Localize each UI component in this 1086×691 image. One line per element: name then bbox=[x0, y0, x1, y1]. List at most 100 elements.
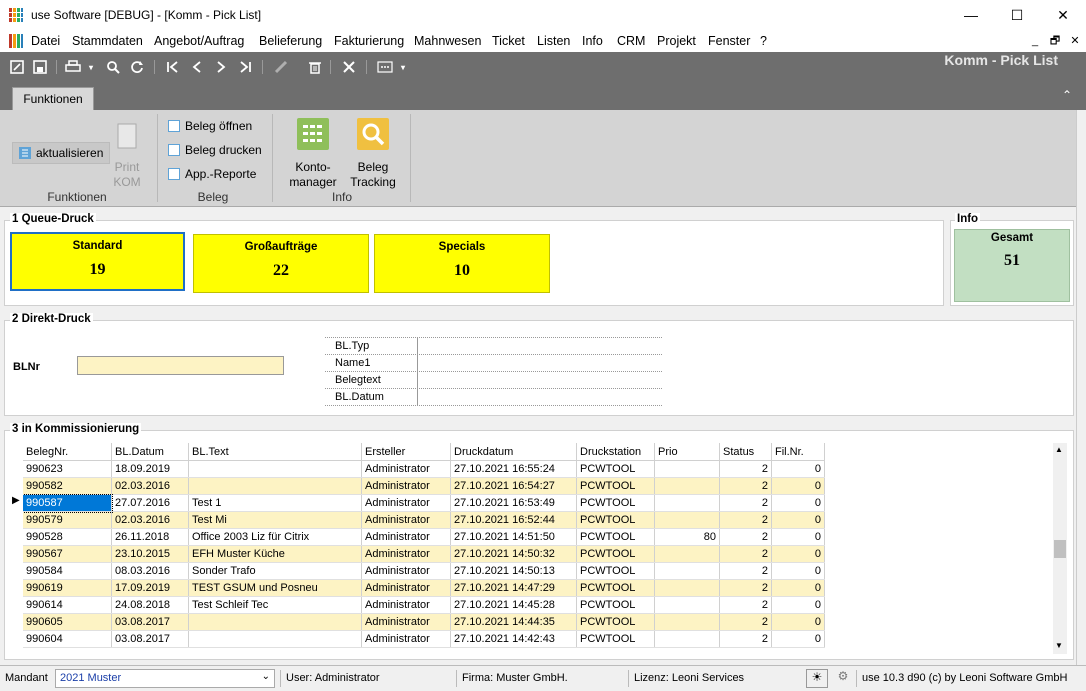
table-scrollbar[interactable]: ▲ ▼ bbox=[1053, 443, 1067, 654]
cell-ersteller[interactable]: Administrator bbox=[361, 511, 451, 529]
cell-bl-text[interactable] bbox=[188, 613, 362, 631]
cell-druckdatum[interactable]: 27.10.2021 16:55:24 bbox=[450, 460, 577, 478]
table-row[interactable]: 990604 03.08.2017 Administrator 27.10.2021 … bbox=[23, 630, 825, 648]
cell-bl-text[interactable]: Test Schleif Tec bbox=[188, 596, 362, 614]
cell-fil-nr[interactable]: 0 bbox=[771, 613, 825, 631]
tab-funktionen[interactable]: Funktionen bbox=[12, 87, 94, 111]
cell-fil-nr[interactable]: 0 bbox=[771, 460, 825, 478]
cell-bl-datum[interactable]: 18.09.2019 bbox=[111, 460, 189, 478]
minimize-button[interactable]: — bbox=[948, 0, 994, 30]
cell-druckstation[interactable]: PCWTOOL bbox=[576, 460, 655, 478]
mdi-minimize-button[interactable]: _ bbox=[1026, 33, 1044, 49]
cell-prio[interactable]: 80 bbox=[654, 528, 720, 546]
cell-status[interactable]: 2 bbox=[719, 545, 772, 563]
cell-prio[interactable] bbox=[654, 562, 720, 580]
cell-druckdatum[interactable]: 27.10.2021 14:50:13 bbox=[450, 562, 577, 580]
table-row-selected[interactable]: 990587 27.07.2016 Test 1 Administrator 27.10… bbox=[23, 493, 825, 513]
cell-druckstation[interactable]: PCWTOOL bbox=[576, 562, 655, 580]
cell-bl-text[interactable]: TEST GSUM und Posneu bbox=[188, 579, 362, 597]
mdi-close-button[interactable]: ✕ bbox=[1066, 33, 1084, 49]
column-header-druckstation[interactable]: Druckstation bbox=[576, 443, 655, 461]
queue-tile-grossauftraege[interactable]: Großaufträge 22 bbox=[193, 234, 369, 293]
cell-druckdatum[interactable]: 27.10.2021 14:42:43 bbox=[450, 630, 577, 648]
cell-fil-nr[interactable]: 0 bbox=[771, 630, 825, 648]
next-record-icon[interactable] bbox=[212, 58, 230, 76]
cell-fil-nr[interactable]: 0 bbox=[771, 528, 825, 546]
queue-tile-specials[interactable]: Specials 10 bbox=[374, 234, 550, 293]
table-row[interactable]: 990579 02.03.2016 Test Mi Administrator 27.1… bbox=[23, 511, 825, 529]
menu-angebot-auftrag[interactable]: Angebot/Auftrag bbox=[154, 34, 244, 48]
cell-fil-nr[interactable]: 0 bbox=[771, 511, 825, 529]
aktualisieren-button[interactable]: aktualisieren bbox=[12, 142, 111, 164]
delete-icon[interactable] bbox=[306, 58, 324, 76]
cell-prio[interactable] bbox=[654, 460, 720, 478]
column-header-prio[interactable]: Prio bbox=[654, 443, 720, 461]
scroll-up-icon[interactable]: ▲ bbox=[1055, 445, 1063, 454]
table-row[interactable]: 990623 18.09.2019 Administrator 27.10.2021 … bbox=[23, 460, 825, 478]
cell-ersteller[interactable]: Administrator bbox=[361, 596, 451, 614]
cell-druckdatum[interactable]: 27.10.2021 16:54:27 bbox=[450, 477, 577, 495]
cell-belegnr[interactable]: 990587 bbox=[23, 493, 113, 513]
menu-info[interactable]: Info bbox=[582, 34, 603, 48]
last-record-icon[interactable] bbox=[236, 58, 254, 76]
cancel-icon[interactable] bbox=[340, 58, 358, 76]
settings-icon[interactable]: ⚙ bbox=[832, 669, 854, 688]
cell-bl-text[interactable] bbox=[188, 630, 362, 648]
cell-status[interactable]: 2 bbox=[719, 494, 772, 512]
table-row[interactable]: 990584 08.03.2016 Sonder Trafo Administrato… bbox=[23, 562, 825, 580]
menu-fakturierung[interactable]: Fakturierung bbox=[334, 34, 404, 48]
cell-fil-nr[interactable]: 0 bbox=[771, 494, 825, 512]
cell-belegnr[interactable]: 990528 bbox=[23, 528, 112, 546]
cell-bl-text[interactable] bbox=[188, 477, 362, 495]
sun-icon[interactable]: ☀ bbox=[806, 669, 828, 688]
close-button[interactable]: ✕ bbox=[1040, 0, 1086, 30]
cell-ersteller[interactable]: Administrator bbox=[361, 460, 451, 478]
cell-bl-datum[interactable]: 23.10.2015 bbox=[111, 545, 189, 563]
cell-belegnr[interactable]: 990582 bbox=[23, 477, 112, 495]
table-row[interactable]: 990582 02.03.2016 Administrator 27.10.2021 … bbox=[23, 477, 825, 495]
cell-bl-datum[interactable]: 02.03.2016 bbox=[111, 477, 189, 495]
cell-prio[interactable] bbox=[654, 596, 720, 614]
cell-ersteller[interactable]: Administrator bbox=[361, 477, 451, 495]
cell-ersteller[interactable]: Administrator bbox=[361, 630, 451, 648]
cell-druckdatum[interactable]: 27.10.2021 14:44:35 bbox=[450, 613, 577, 631]
window-scrollbar[interactable] bbox=[1076, 110, 1086, 670]
cell-fil-nr[interactable]: 0 bbox=[771, 545, 825, 563]
cell-ersteller[interactable]: Administrator bbox=[361, 562, 451, 580]
cell-druckstation[interactable]: PCWTOOL bbox=[576, 613, 655, 631]
table-row[interactable]: 990567 23.10.2015 EFH Muster Küche Administ… bbox=[23, 545, 825, 563]
cell-druckdatum[interactable]: 27.10.2021 14:45:28 bbox=[450, 596, 577, 614]
app-menu-icon[interactable] bbox=[8, 33, 24, 49]
cell-bl-datum[interactable]: 26.11.2018 bbox=[111, 528, 189, 546]
cell-bl-datum[interactable]: 24.08.2018 bbox=[111, 596, 189, 614]
cell-druckdatum[interactable]: 27.10.2021 14:47:29 bbox=[450, 579, 577, 597]
menu-listen[interactable]: Listen bbox=[537, 34, 570, 48]
cell-bl-datum[interactable]: 17.09.2019 bbox=[111, 579, 189, 597]
refresh-icon[interactable] bbox=[128, 58, 146, 76]
cell-druckstation[interactable]: PCWTOOL bbox=[576, 528, 655, 546]
cell-status[interactable]: 2 bbox=[719, 562, 772, 580]
column-header-ersteller[interactable]: Ersteller bbox=[361, 443, 451, 461]
cell-druckstation[interactable]: PCWTOOL bbox=[576, 630, 655, 648]
cell-druckstation[interactable]: PCWTOOL bbox=[576, 545, 655, 563]
cell-status[interactable]: 2 bbox=[719, 477, 772, 495]
menu-projekt[interactable]: Projekt bbox=[657, 34, 696, 48]
cell-status[interactable]: 2 bbox=[719, 460, 772, 478]
menu-belieferung[interactable]: Belieferung bbox=[259, 34, 322, 48]
cell-ersteller[interactable]: Administrator bbox=[361, 613, 451, 631]
table-row[interactable]: 990619 17.09.2019 TEST GSUM und Posneu Admi… bbox=[23, 579, 825, 597]
konto-manager-button[interactable]: Konto- manager bbox=[288, 118, 338, 190]
menu-help[interactable]: ? bbox=[760, 34, 767, 48]
cell-druckdatum[interactable]: 27.10.2021 16:53:49 bbox=[450, 494, 577, 512]
more-dropdown-icon[interactable]: ▾ bbox=[398, 58, 408, 76]
menu-fenster[interactable]: Fenster bbox=[708, 34, 750, 48]
column-header-status[interactable]: Status bbox=[719, 443, 772, 461]
cell-belegnr[interactable]: 990579 bbox=[23, 511, 112, 529]
cell-druckdatum[interactable]: 27.10.2021 14:51:50 bbox=[450, 528, 577, 546]
cell-belegnr[interactable]: 990567 bbox=[23, 545, 112, 563]
cell-ersteller[interactable]: Administrator bbox=[361, 545, 451, 563]
cell-druckstation[interactable]: PCWTOOL bbox=[576, 477, 655, 495]
cell-status[interactable]: 2 bbox=[719, 511, 772, 529]
cell-druckdatum[interactable]: 27.10.2021 16:52:44 bbox=[450, 511, 577, 529]
cell-bl-datum[interactable]: 03.08.2017 bbox=[111, 630, 189, 648]
